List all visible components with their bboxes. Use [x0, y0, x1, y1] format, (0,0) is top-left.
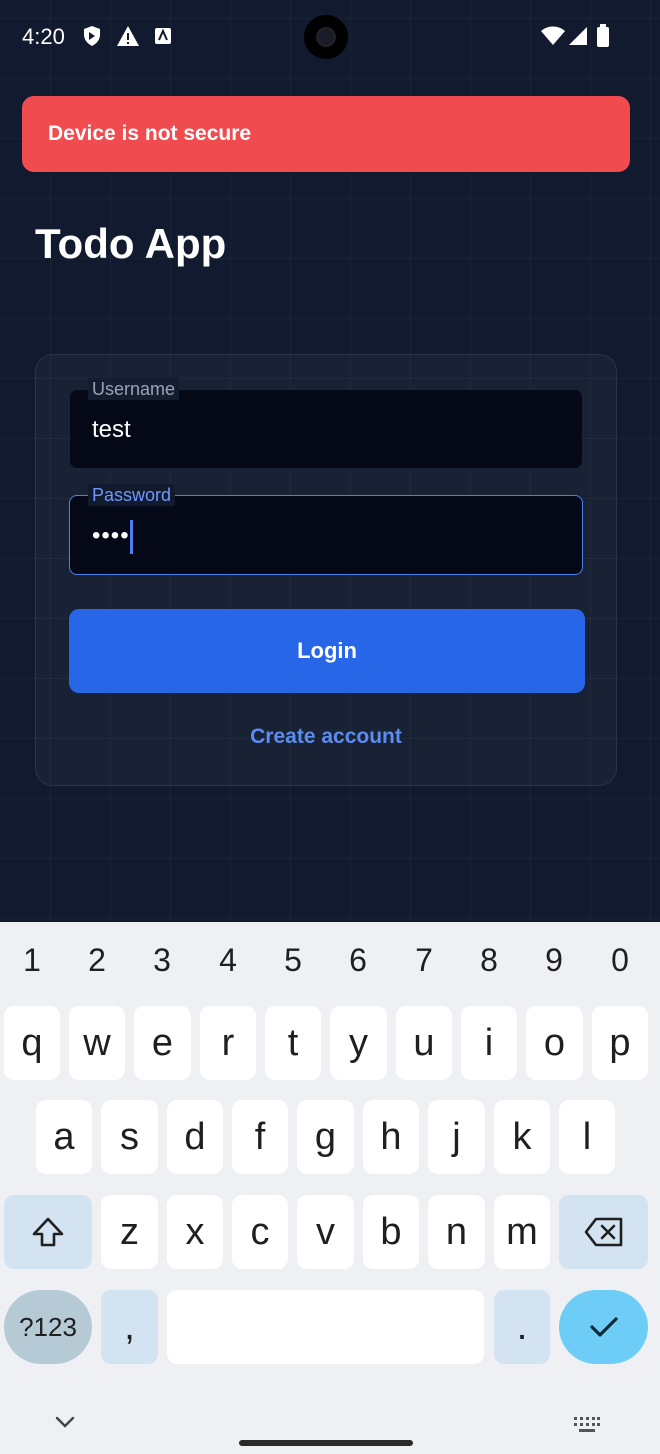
key-w[interactable]: w: [69, 1006, 125, 1080]
key-m[interactable]: m: [494, 1195, 550, 1269]
done-key[interactable]: [559, 1290, 648, 1364]
login-button[interactable]: Login: [69, 609, 585, 693]
shield-icon: [84, 26, 100, 46]
key-8[interactable]: 8: [464, 942, 514, 979]
key-5[interactable]: 5: [268, 942, 318, 979]
comma-key[interactable]: ,: [101, 1290, 158, 1364]
key-9[interactable]: 9: [529, 942, 579, 979]
key-c[interactable]: c: [232, 1195, 288, 1269]
shift-key[interactable]: [4, 1195, 92, 1269]
cellular-signal-icon: [569, 27, 587, 45]
key-e[interactable]: e: [134, 1006, 191, 1080]
soft-keyboard: 1 2 3 4 5 6 7 8 9 0 q w e r t y u i o p …: [0, 922, 660, 1454]
key-o[interactable]: o: [526, 1006, 583, 1080]
key-6[interactable]: 6: [333, 942, 383, 979]
camera-cutout: [304, 15, 348, 59]
keyboard-number-row: 1 2 3 4 5 6 7 8 9 0: [0, 942, 660, 982]
key-s[interactable]: s: [101, 1100, 158, 1174]
username-value: test: [92, 416, 131, 443]
password-label: Password: [88, 484, 176, 506]
key-a[interactable]: a: [36, 1100, 92, 1174]
key-q[interactable]: q: [4, 1006, 60, 1080]
hide-keyboard-chevron-icon[interactable]: [54, 1414, 76, 1430]
create-account-link[interactable]: Create account: [36, 725, 616, 749]
key-n[interactable]: n: [428, 1195, 485, 1269]
key-h[interactable]: h: [363, 1100, 419, 1174]
key-x[interactable]: x: [167, 1195, 223, 1269]
password-field[interactable]: Password ••••: [69, 484, 583, 575]
keyboard-switch-icon[interactable]: [573, 1416, 601, 1434]
backspace-key[interactable]: [559, 1195, 648, 1269]
app-screen: 4:20 Device is not secure Todo App Usern…: [0, 0, 660, 922]
key-r[interactable]: r: [200, 1006, 256, 1080]
login-card: Username test Password •••• Login Create…: [35, 354, 617, 786]
key-3[interactable]: 3: [137, 942, 187, 979]
key-g[interactable]: g: [297, 1100, 354, 1174]
key-p[interactable]: p: [592, 1006, 648, 1080]
key-f[interactable]: f: [232, 1100, 288, 1174]
key-4[interactable]: 4: [203, 942, 253, 979]
password-value: ••••: [92, 522, 130, 549]
username-label: Username: [88, 378, 180, 400]
status-bar: 4:20: [0, 0, 660, 74]
wifi-icon: [541, 26, 565, 45]
period-key[interactable]: .: [494, 1290, 550, 1364]
text-cursor: [130, 520, 133, 554]
shift-icon: [32, 1217, 64, 1247]
username-field[interactable]: Username test: [69, 378, 583, 469]
key-7[interactable]: 7: [399, 942, 449, 979]
key-z[interactable]: z: [101, 1195, 158, 1269]
warning-icon: [117, 26, 139, 46]
gesture-navigation-handle[interactable]: [239, 1440, 413, 1446]
key-j[interactable]: j: [428, 1100, 485, 1174]
security-warning-banner: Device is not secure: [22, 96, 630, 172]
key-u[interactable]: u: [396, 1006, 452, 1080]
battery-icon: [597, 24, 609, 47]
key-i[interactable]: i: [461, 1006, 517, 1080]
space-bar[interactable]: [167, 1290, 484, 1364]
key-y[interactable]: y: [330, 1006, 387, 1080]
key-d[interactable]: d: [167, 1100, 223, 1174]
symbols-key[interactable]: ?123: [4, 1290, 92, 1364]
key-l[interactable]: l: [559, 1100, 615, 1174]
key-0[interactable]: 0: [595, 942, 645, 979]
key-1[interactable]: 1: [7, 942, 57, 979]
status-time: 4:20: [22, 24, 65, 49]
key-t[interactable]: t: [265, 1006, 321, 1080]
key-v[interactable]: v: [297, 1195, 354, 1269]
checkmark-icon: [589, 1317, 618, 1337]
text-icon: [155, 28, 171, 44]
key-b[interactable]: b: [363, 1195, 419, 1269]
banner-text: Device is not secure: [48, 122, 252, 145]
backspace-icon: [584, 1217, 622, 1247]
page-title: Todo App: [35, 220, 227, 267]
key-2[interactable]: 2: [72, 942, 122, 979]
key-k[interactable]: k: [494, 1100, 550, 1174]
